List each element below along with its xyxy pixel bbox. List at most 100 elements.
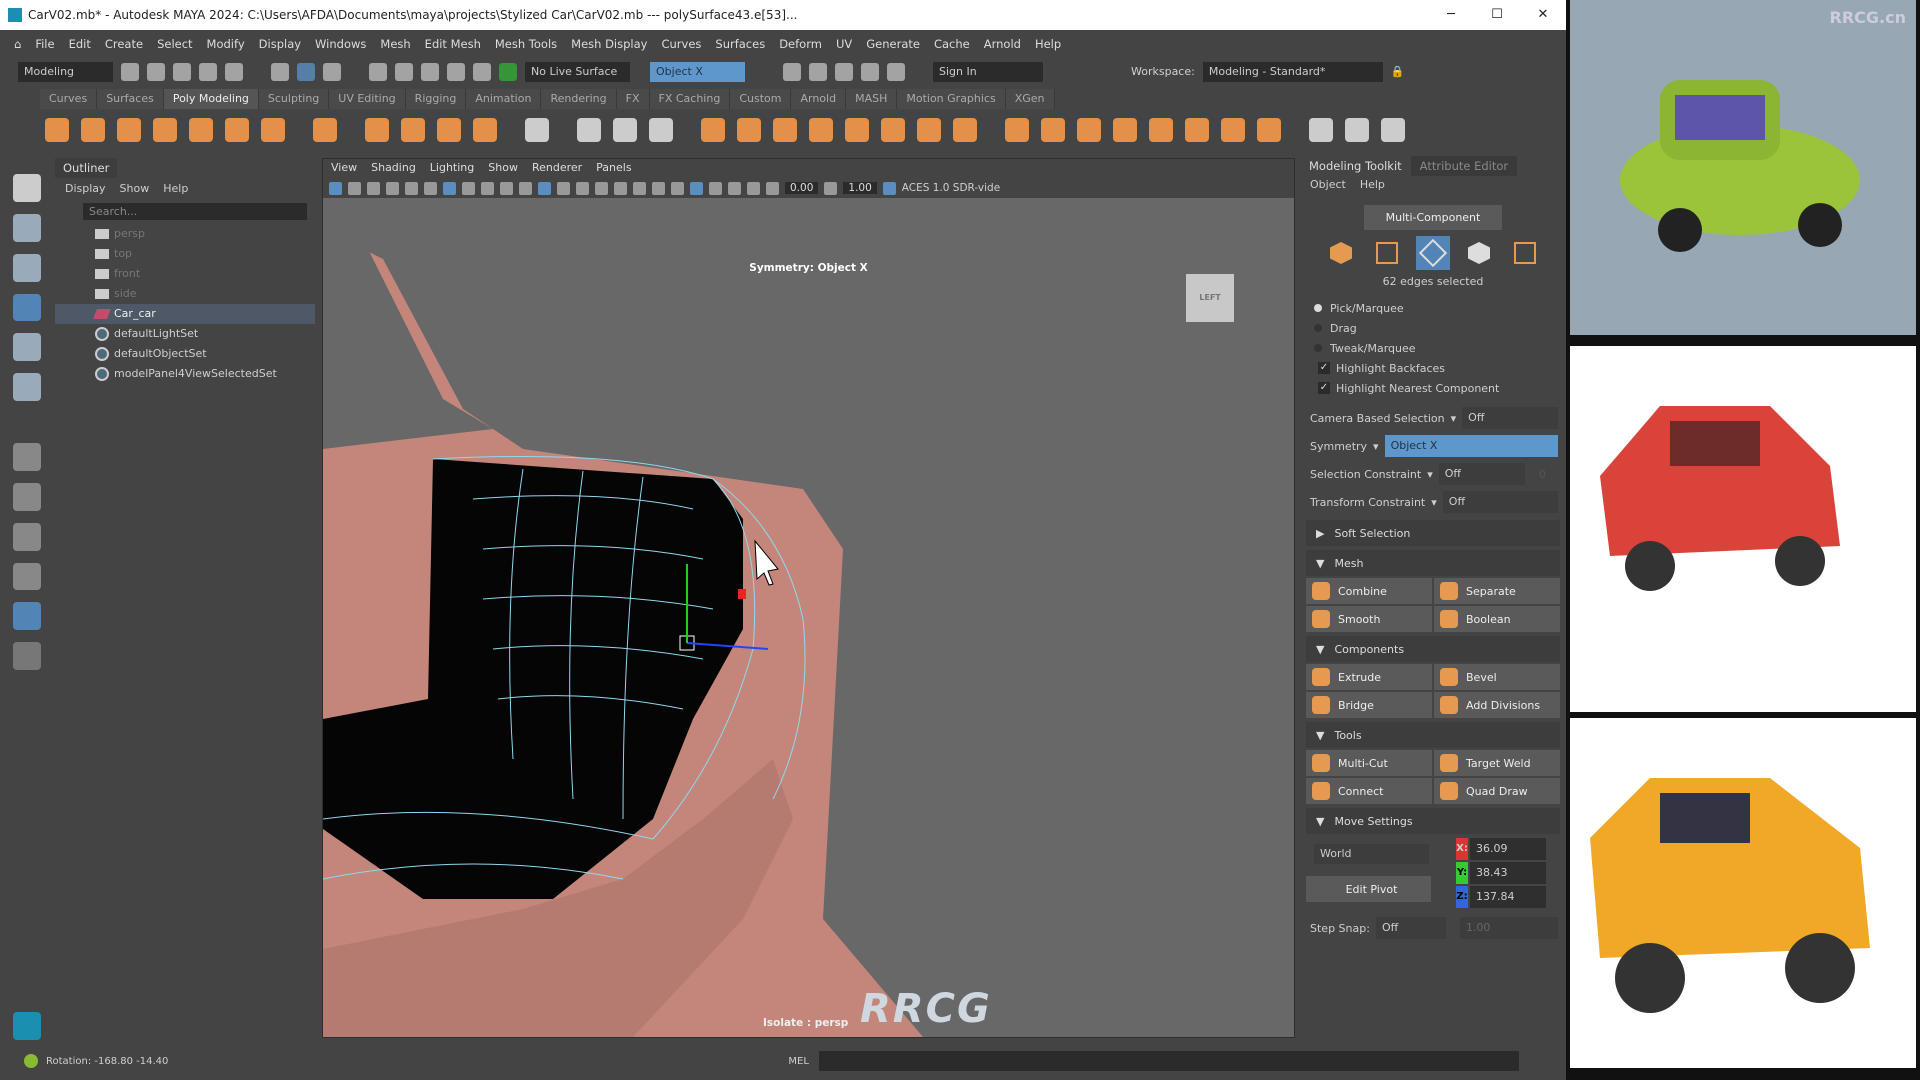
outliner-search-input[interactable]: Search... <box>83 203 307 220</box>
dropdown-arrow-icon[interactable]: ▾ <box>1427 468 1433 481</box>
shelf-tab-mash[interactable]: MASH <box>846 89 898 109</box>
default-material-icon[interactable] <box>557 181 570 195</box>
ipr-render-icon[interactable] <box>809 62 827 81</box>
extrude-button[interactable]: Extrude <box>1306 664 1432 690</box>
outliner-item[interactable]: top <box>55 244 315 264</box>
uv-mode-button[interactable] <box>1508 236 1542 270</box>
menu-display[interactable]: Display <box>259 37 301 51</box>
isolate-select-icon[interactable] <box>690 181 703 195</box>
toolkit-menu-help[interactable]: Help <box>1360 178 1385 191</box>
mirror-icon[interactable] <box>809 118 833 142</box>
view-cube[interactable]: LEFT <box>1186 274 1234 322</box>
command-language[interactable]: MEL <box>788 1056 809 1067</box>
remesh-icon[interactable] <box>953 118 977 142</box>
shadows-icon[interactable] <box>633 181 646 195</box>
outliner-menu-help[interactable]: Help <box>163 182 188 195</box>
menu-cache[interactable]: Cache <box>934 37 970 51</box>
lock-icon[interactable]: 🔒 <box>1391 65 1405 78</box>
move-settings-section[interactable]: ▼ Move Settings <box>1306 808 1560 834</box>
smooth-shade-icon[interactable] <box>538 181 551 195</box>
menu-arnold[interactable]: Arnold <box>984 37 1021 51</box>
extrude-icon[interactable] <box>1005 118 1029 142</box>
select-object-icon[interactable] <box>297 62 315 81</box>
lasso-tool-icon[interactable] <box>13 213 41 242</box>
dropdown-arrow-icon[interactable]: ▾ <box>1451 412 1457 425</box>
exposure-icon[interactable] <box>766 181 779 195</box>
pick-mode-radio[interactable]: Tweak/Marquee <box>1300 338 1566 358</box>
outliner-item[interactable]: Car_car <box>55 304 315 324</box>
viewport-menu-shading[interactable]: Shading <box>371 161 416 176</box>
outliner-tab[interactable]: Outliner <box>55 158 118 178</box>
cylinder-icon[interactable] <box>117 118 141 142</box>
outliner-item[interactable]: front <box>55 264 315 284</box>
xray-joints-icon[interactable] <box>728 181 741 195</box>
select-tool-icon[interactable] <box>13 174 41 202</box>
viewport-menu-show[interactable]: Show <box>488 161 518 176</box>
disc-icon[interactable] <box>261 118 285 142</box>
torus-icon[interactable] <box>189 118 213 142</box>
dropdown-arrow-icon[interactable]: ▾ <box>1431 496 1437 509</box>
resolution-gate-icon[interactable] <box>481 181 494 195</box>
platonic-icon[interactable] <box>313 118 337 142</box>
super-shape-icon[interactable] <box>365 118 389 142</box>
home-icon[interactable]: ⌂ <box>14 37 21 51</box>
command-line-input[interactable] <box>818 1051 1519 1071</box>
menu-mesh-tools[interactable]: Mesh Tools <box>495 37 557 51</box>
menu-surfaces[interactable]: Surfaces <box>715 37 765 51</box>
menu-edit-mesh[interactable]: Edit Mesh <box>425 37 481 51</box>
plane-icon[interactable] <box>225 118 249 142</box>
snap-view-icon[interactable] <box>447 62 465 81</box>
extract-icon[interactable] <box>773 118 797 142</box>
boolean-button[interactable]: Boolean <box>1434 606 1560 632</box>
paint-select-icon[interactable] <box>13 253 41 282</box>
components-section[interactable]: ▼ Components <box>1306 636 1560 662</box>
step-snap-value[interactable]: 1.00 <box>1459 917 1558 939</box>
maximize-button[interactable]: ☐ <box>1474 0 1520 30</box>
shelf-tab-rendering[interactable]: Rendering <box>541 89 617 109</box>
viewport-panel[interactable]: View Shading Lighting Show Renderer Panels 0.… <box>322 158 1295 1038</box>
move-x-field[interactable]: 36.09 <box>1470 838 1546 860</box>
ambient-occlusion-icon[interactable] <box>652 181 665 195</box>
option-value[interactable]: Object X <box>1384 435 1558 457</box>
move-space-dropdown[interactable]: World <box>1314 844 1429 864</box>
shelf-tab-rigging[interactable]: Rigging <box>405 89 467 109</box>
multi-cut-button[interactable]: Multi-Cut <box>1306 750 1432 776</box>
outliner-item[interactable]: side <box>55 284 315 304</box>
snap-magnet-icon[interactable] <box>499 62 517 81</box>
select-component-icon[interactable] <box>323 62 341 81</box>
persp-outliner-icon[interactable] <box>13 522 41 551</box>
toolkit-menu-object[interactable]: Object <box>1310 178 1346 191</box>
render-frame-icon[interactable] <box>783 62 801 81</box>
hypershade-icon[interactable] <box>861 62 879 81</box>
step-snap-dropdown[interactable]: Off <box>1375 917 1446 939</box>
shelf-tab-poly-modeling[interactable]: Poly Modeling <box>163 89 259 109</box>
menu-generate[interactable]: Generate <box>866 37 920 51</box>
pick-mode-radio[interactable]: Drag <box>1300 318 1566 338</box>
tools-section[interactable]: ▼ Tools <box>1306 722 1560 748</box>
shelf-tab-sculpting[interactable]: Sculpting <box>258 89 330 109</box>
menu-mesh[interactable]: Mesh <box>380 37 410 51</box>
view-transform-dropdown[interactable]: ACES 1.0 SDR-vide <box>902 182 1000 194</box>
bookmark-icon[interactable] <box>367 181 380 195</box>
insert-edge-loop-icon[interactable] <box>1345 118 1369 142</box>
menu-windows[interactable]: Windows <box>315 37 366 51</box>
xray-icon[interactable] <box>709 181 722 195</box>
multi-component-button[interactable]: Multi-Component <box>1364 205 1502 230</box>
option-value[interactable]: Off <box>1442 491 1558 513</box>
rotate-tool-icon[interactable] <box>13 333 41 362</box>
reduce-icon[interactable] <box>917 118 941 142</box>
option-value[interactable]: Off <box>1438 463 1525 485</box>
move-axis-x[interactable] <box>738 589 746 599</box>
target-weld-button[interactable]: Target Weld <box>1434 750 1560 776</box>
2d-pan-icon[interactable] <box>405 181 418 195</box>
close-button[interactable]: ✕ <box>1520 0 1566 30</box>
snap-surface-icon[interactable] <box>473 62 491 81</box>
redo-icon[interactable] <box>225 62 243 81</box>
four-view-icon[interactable] <box>13 482 41 511</box>
cone-icon[interactable] <box>153 118 177 142</box>
shelf-tab-surfaces[interactable]: Surfaces <box>97 89 164 109</box>
film-gate-icon[interactable] <box>462 181 475 195</box>
menu-file[interactable]: File <box>35 37 54 51</box>
center-pivot-icon[interactable] <box>577 118 601 142</box>
snap-grid-icon[interactable] <box>369 62 387 81</box>
